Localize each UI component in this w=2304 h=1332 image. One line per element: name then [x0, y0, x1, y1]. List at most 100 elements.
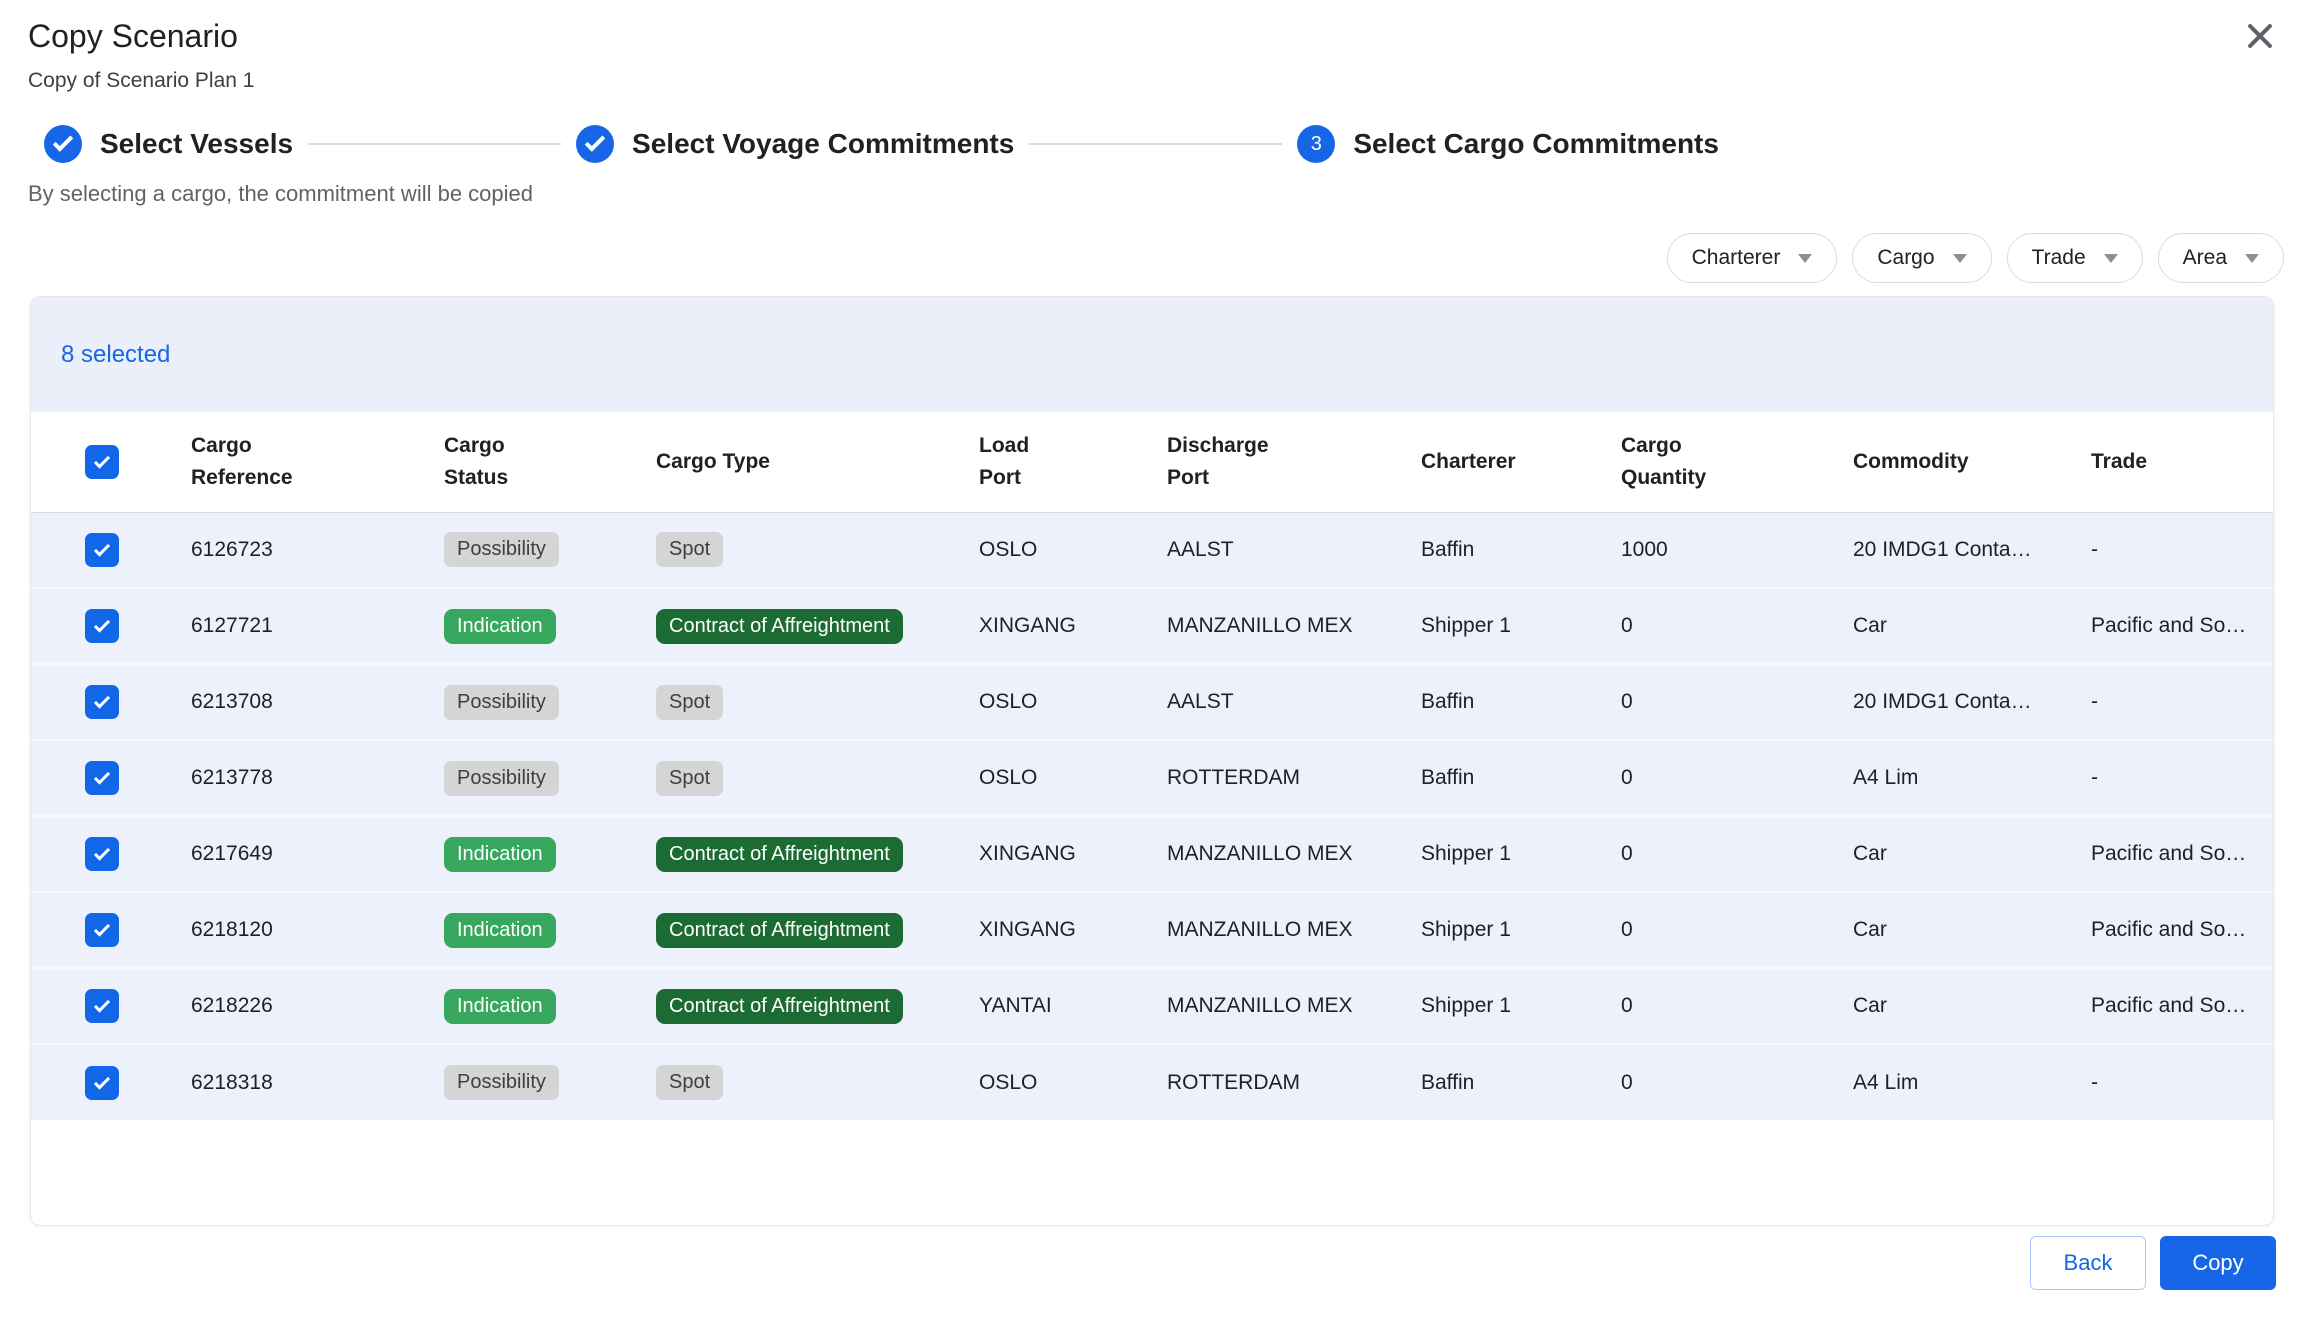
cell-charterer: Shipper 1 [1421, 892, 1621, 968]
cell-discharge-port: ROTTERDAM [1167, 740, 1421, 816]
cargo-type-badge: Contract of Affreightment [656, 609, 903, 644]
cell-commodity: 20 IMDG1 Conta… [1853, 512, 2091, 588]
chevron-down-icon [1953, 254, 1967, 263]
row-checkbox[interactable] [85, 837, 119, 871]
check-icon [94, 540, 110, 556]
cell-commodity: Car [1853, 588, 2091, 664]
back-button[interactable]: Back [2030, 1236, 2146, 1290]
cell-cargo-type: Contract of Affreightment [656, 816, 979, 892]
check-icon [94, 844, 110, 860]
check-icon [94, 1073, 110, 1089]
select-all-checkbox[interactable] [85, 445, 119, 479]
cell-trade: - [2091, 512, 2273, 588]
helper-text: By selecting a cargo, the commitment wil… [28, 181, 2304, 207]
filter-cargo-dropdown[interactable]: Cargo [1852, 233, 1991, 283]
filter-charterer-dropdown[interactable]: Charterer [1667, 233, 1838, 283]
cell-cargo-reference: 6126723 [191, 512, 444, 588]
cell-cargo-type: Contract of Affreightment [656, 892, 979, 968]
cell-cargo-type: Spot [656, 1044, 979, 1120]
cell-commodity: 20 IMDG1 Conta… [1853, 664, 2091, 740]
row-checkbox[interactable] [85, 1066, 119, 1100]
cell-discharge-port: ROTTERDAM [1167, 1044, 1421, 1120]
cargo-type-badge: Spot [656, 1065, 723, 1100]
filter-label: Trade [2032, 246, 2086, 270]
cell-load-port: XINGANG [979, 588, 1167, 664]
cell-charterer: Baffin [1421, 1044, 1621, 1120]
cell-charterer: Baffin [1421, 740, 1621, 816]
col-header-cargo-status: Cargo Status [444, 412, 656, 512]
status-badge: Indication [444, 837, 556, 872]
table-row: 6213708 Possibility Spot OSLO AALST Baff… [31, 664, 2273, 740]
check-icon [585, 131, 606, 152]
check-icon [94, 452, 110, 468]
cell-cargo-status: Possibility [444, 512, 656, 588]
row-checkbox[interactable] [85, 913, 119, 947]
cell-trade: Pacific and So… [2091, 588, 2273, 664]
check-icon [53, 131, 74, 152]
check-icon [94, 920, 110, 936]
cell-charterer: Shipper 1 [1421, 588, 1621, 664]
selection-summary-band: 8 selected [31, 297, 2273, 412]
col-header-cargo-type: Cargo Type [656, 412, 979, 512]
cell-cargo-type: Contract of Affreightment [656, 588, 979, 664]
cell-charterer: Shipper 1 [1421, 968, 1621, 1044]
step-number-icon: 3 [1297, 125, 1335, 163]
col-header-trade: Trade [2091, 412, 2273, 512]
status-badge: Indication [444, 989, 556, 1024]
step-select-cargo-commitments[interactable]: 3 Select Cargo Commitments [1297, 125, 1719, 163]
row-checkbox[interactable] [85, 609, 119, 643]
table-row: 6218120 Indication Contract of Affreight… [31, 892, 2273, 968]
step-select-vessels[interactable]: Select Vessels [44, 125, 293, 163]
chevron-down-icon [1798, 254, 1812, 263]
row-checkbox[interactable] [85, 761, 119, 795]
table-header-row: Cargo Reference Cargo Status Cargo Type … [31, 412, 2273, 512]
cell-cargo-status: Indication [444, 816, 656, 892]
cell-cargo-status: Possibility [444, 740, 656, 816]
filter-area-dropdown[interactable]: Area [2158, 233, 2284, 283]
cell-cargo-quantity: 0 [1621, 968, 1853, 1044]
close-button[interactable] [2242, 18, 2278, 54]
table-row: 6218318 Possibility Spot OSLO ROTTERDAM … [31, 1044, 2273, 1120]
cargo-commitments-table-card: 8 selected Cargo Reference Cargo Status … [30, 296, 2274, 1226]
cell-load-port: XINGANG [979, 816, 1167, 892]
step-number: 3 [1311, 133, 1322, 156]
cell-cargo-quantity: 0 [1621, 740, 1853, 816]
row-checkbox[interactable] [85, 989, 119, 1023]
cell-cargo-reference: 6217649 [191, 816, 444, 892]
cell-trade: - [2091, 664, 2273, 740]
row-checkbox[interactable] [85, 533, 119, 567]
cell-trade: - [2091, 1044, 2273, 1120]
scenario-subtitle: Copy of Scenario Plan 1 [28, 69, 2276, 93]
row-checkbox[interactable] [85, 685, 119, 719]
check-icon [94, 692, 110, 708]
status-badge: Possibility [444, 685, 559, 720]
cell-cargo-quantity: 0 [1621, 816, 1853, 892]
cell-trade: - [2091, 740, 2273, 816]
cell-cargo-reference: 6218318 [191, 1044, 444, 1120]
cell-cargo-type: Spot [656, 664, 979, 740]
chevron-down-icon [2104, 254, 2118, 263]
filter-label: Cargo [1877, 246, 1934, 270]
table-row: 6213778 Possibility Spot OSLO ROTTERDAM … [31, 740, 2273, 816]
copy-button[interactable]: Copy [2160, 1236, 2276, 1290]
cell-commodity: A4 Lim [1853, 740, 2091, 816]
cell-cargo-reference: 6213708 [191, 664, 444, 740]
cell-commodity: Car [1853, 968, 2091, 1044]
page-title: Copy Scenario [28, 18, 2276, 55]
cell-trade: Pacific and So… [2091, 892, 2273, 968]
cargo-type-badge: Contract of Affreightment [656, 913, 903, 948]
stepper-connector [308, 143, 561, 145]
cell-load-port: OSLO [979, 512, 1167, 588]
cell-cargo-status: Possibility [444, 664, 656, 740]
table-row: 6127721 Indication Contract of Affreight… [31, 588, 2273, 664]
step-select-voyage-commitments[interactable]: Select Voyage Commitments [576, 125, 1014, 163]
filter-label: Area [2183, 246, 2227, 270]
cell-discharge-port: MANZANILLO MEX [1167, 892, 1421, 968]
status-badge: Indication [444, 913, 556, 948]
cell-cargo-quantity: 1000 [1621, 512, 1853, 588]
filter-trade-dropdown[interactable]: Trade [2007, 233, 2143, 283]
cargo-type-badge: Spot [656, 685, 723, 720]
cell-commodity: A4 Lim [1853, 1044, 2091, 1120]
cell-discharge-port: MANZANILLO MEX [1167, 968, 1421, 1044]
cell-cargo-reference: 6218120 [191, 892, 444, 968]
